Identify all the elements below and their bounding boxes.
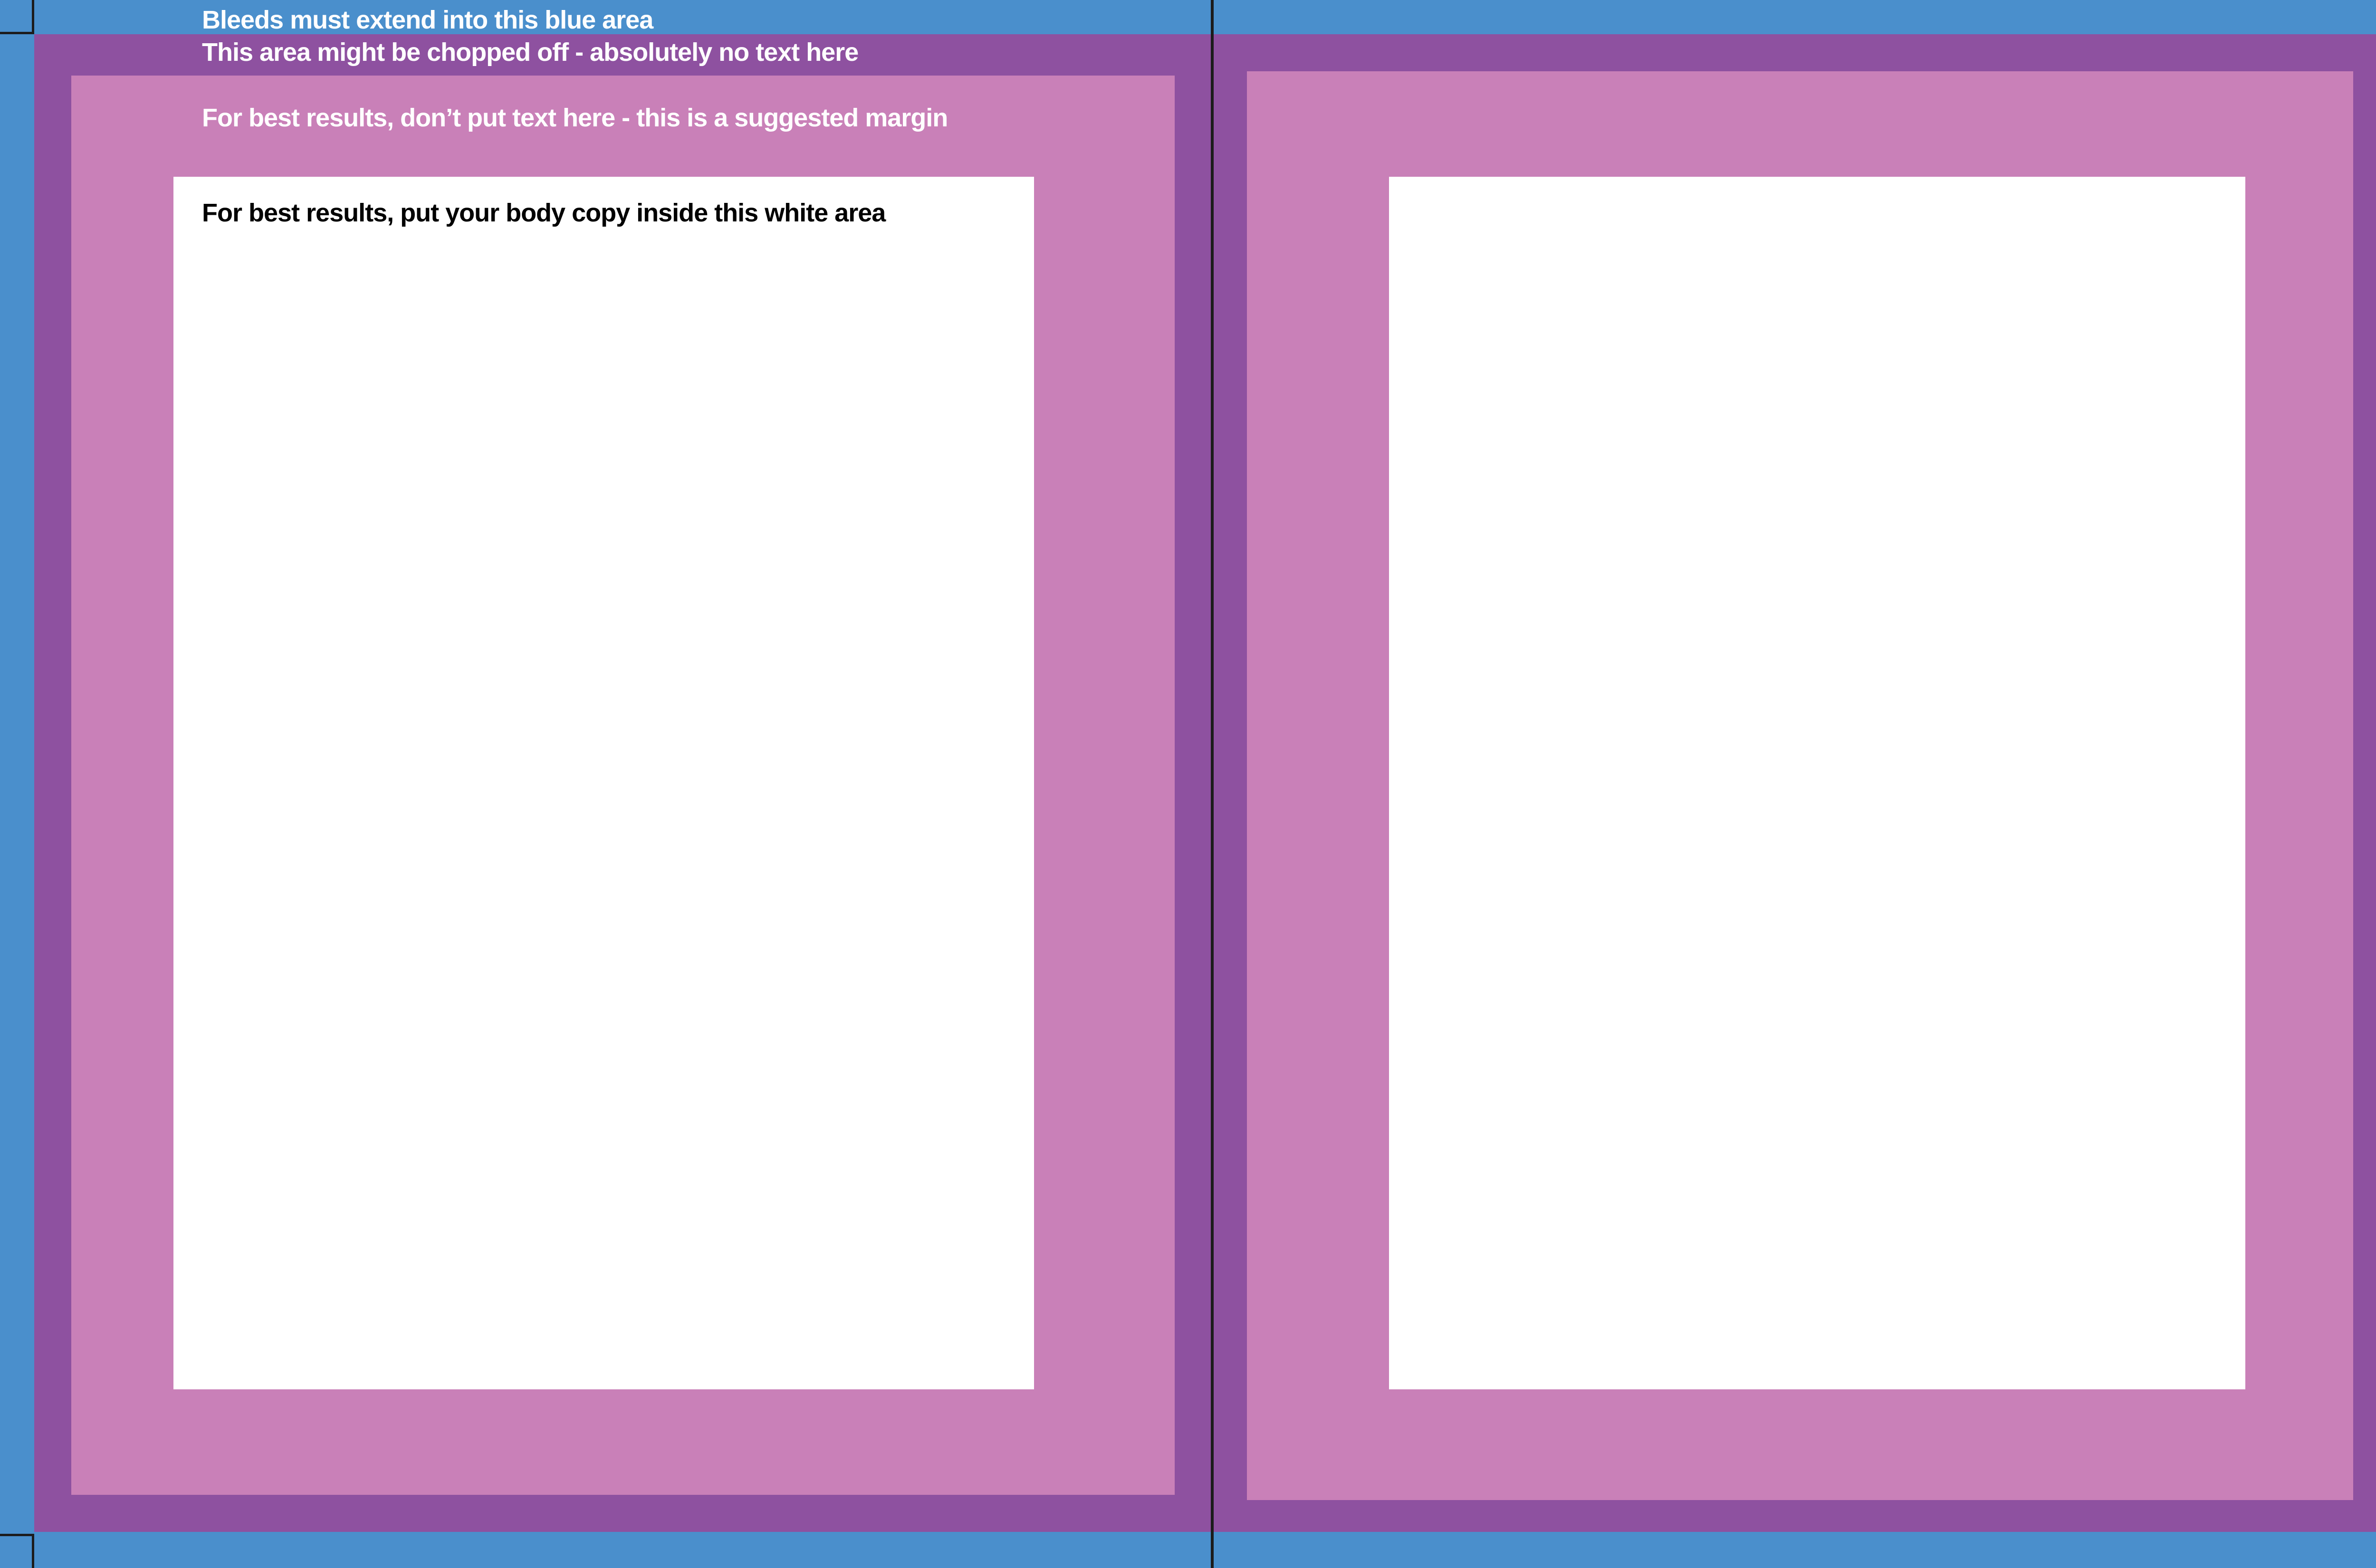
bleed-note: Bleeds must extend into this blue area [202,6,653,34]
margin-note: For best results, don’t put text here - … [202,104,948,132]
crop-mark-bottom-left [0,1534,34,1568]
crop-mark-top-left [0,0,34,34]
spine-fold-line [1211,0,1214,1568]
right-page-body-area [1389,177,2245,1389]
left-page-body-area [173,177,1034,1389]
trim-note: This area might be chopped off - absolut… [202,38,859,67]
body-copy-note: For best results, put your body copy ins… [202,199,886,227]
